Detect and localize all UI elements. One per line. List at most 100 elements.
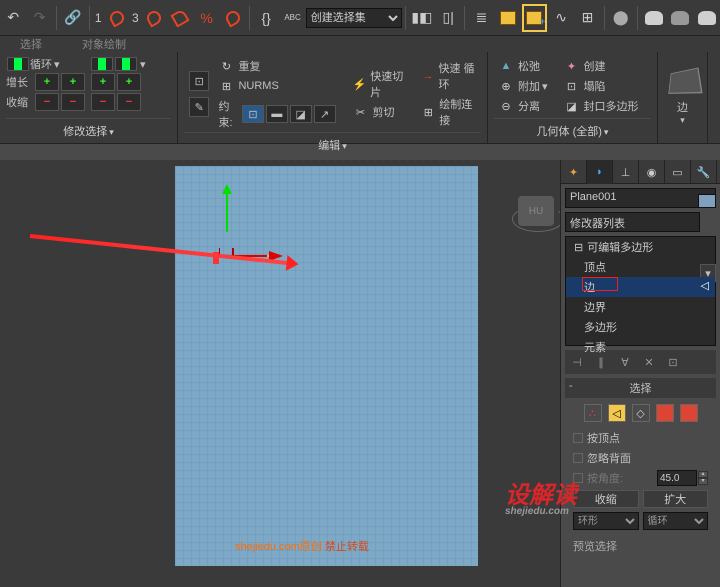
by-vertex-check[interactable]: 按顶点 <box>565 428 716 448</box>
edge-label: 边 <box>677 99 688 115</box>
rollout-selection-header[interactable]: - 选择 <box>565 378 716 398</box>
schematic-button[interactable]: ⊞ <box>575 4 599 32</box>
angle-input[interactable] <box>657 470 697 486</box>
quickslice-button[interactable]: ⚡快速切片 <box>353 68 406 100</box>
angle-up[interactable]: ▴ <box>698 471 708 478</box>
percent-snap[interactable]: % <box>194 4 218 32</box>
angle-snap[interactable] <box>168 4 192 32</box>
edge-icon <box>668 68 702 94</box>
cap-button[interactable]: ◪封口多边形 <box>564 98 639 114</box>
spinner-snap[interactable] <box>221 4 245 32</box>
tab-paint[interactable]: 对象绘制 <box>82 36 126 52</box>
sel-element-icon[interactable] <box>680 404 698 422</box>
preview-selection-label: 预览选择 <box>565 536 716 556</box>
relax-button[interactable]: ▲松弛 <box>498 58 548 74</box>
gizmo-y-axis[interactable] <box>219 184 235 232</box>
detach-button[interactable]: ⊖分离 <box>498 98 548 114</box>
mirror-button[interactable]: ▮◧ <box>410 4 434 32</box>
tweak-button[interactable]: ✎ <box>189 97 209 117</box>
tab-utilities[interactable]: 🔧 <box>691 160 717 184</box>
sel-border-icon[interactable]: ◇ <box>632 404 650 422</box>
tab-motion[interactable]: ◉ <box>639 160 665 184</box>
snap-toggle-2[interactable] <box>142 4 166 32</box>
modifier-list-combo[interactable]: 修改器列表 <box>565 212 700 232</box>
tab-create[interactable]: ✦ <box>561 160 587 184</box>
grow-ring-plus[interactable]: + <box>91 73 115 91</box>
edge-mode-big-button[interactable]: 边 ▾ <box>658 52 708 143</box>
ignore-backface-check[interactable]: 忽略背面 <box>565 448 716 468</box>
panel-title-geometry[interactable]: 几何体 (全部)▾ <box>494 118 651 139</box>
stack-border[interactable]: 边界 <box>566 297 715 317</box>
render-button[interactable] <box>695 4 719 32</box>
sel-edge-icon[interactable]: ◁ <box>608 404 626 422</box>
shrink-minus-2[interactable]: − <box>61 93 85 111</box>
snap-value-1: 1 <box>95 11 102 25</box>
attach-button[interactable]: ⊕附加▾ <box>498 78 548 94</box>
edit-named-button[interactable]: ABC <box>280 4 304 32</box>
tab-modify[interactable]: ◗ <box>587 160 613 184</box>
viewcube[interactable]: HU <box>518 196 554 226</box>
angle-spinner[interactable]: ▴▾ <box>657 470 708 486</box>
ring-icon-2[interactable] <box>115 57 137 71</box>
layer-explorer-button[interactable] <box>496 4 520 32</box>
redo-button[interactable]: ↷ <box>27 4 51 32</box>
snap-toggle-1[interactable] <box>105 4 129 32</box>
selection-set-combo[interactable]: 创建选择集 <box>306 8 402 28</box>
ring-combo[interactable]: 环形 <box>573 512 639 530</box>
ribbon-panel-geometry: ▲松弛 ⊕附加▾ ⊖分离 ✦创建 ⊡塌陷 ◪封口多边形 几何体 (全部)▾ <box>488 52 658 143</box>
modifier-stack[interactable]: 可编辑多边形 顶点 边 边界 多边形 元素 <box>565 236 716 346</box>
link-button[interactable]: 🔗 <box>61 4 85 32</box>
viewport[interactable]: shejiedu.com原创 禁止转载 <box>175 166 478 566</box>
panel-title-edit[interactable]: 编辑▾ <box>184 132 481 153</box>
stack-editable-poly[interactable]: 可编辑多边形 <box>566 237 715 257</box>
grow-selection-button[interactable]: 扩大 <box>643 490 709 508</box>
constrain-normal[interactable]: ↗ <box>314 105 336 123</box>
grow-plus-2[interactable]: + <box>61 73 85 91</box>
tab-display[interactable]: ▭ <box>665 160 691 184</box>
repeat-button[interactable]: ↻重复 <box>218 58 336 74</box>
stack-vertex[interactable]: 顶点 <box>566 257 715 277</box>
undo-button[interactable]: ↶ <box>1 4 25 32</box>
layers-button[interactable]: ≣ <box>469 4 493 32</box>
angle-down[interactable]: ▾ <box>698 478 708 485</box>
render-frame-button[interactable] <box>668 4 692 32</box>
scene-explorer-button[interactable]: + <box>522 4 547 32</box>
shrink-ring-minus[interactable]: − <box>91 93 115 111</box>
material-editor-button[interactable]: ⬤ <box>609 4 633 32</box>
shrink-ring-minus-2[interactable]: − <box>117 93 141 111</box>
constrain-face[interactable]: ◪ <box>290 105 312 123</box>
render-setup-button[interactable] <box>642 4 666 32</box>
object-color-swatch[interactable] <box>698 194 716 208</box>
shrink-selection-button[interactable]: 收缩 <box>573 490 639 508</box>
shrink-label: 收缩 <box>6 94 34 110</box>
sel-polygon-icon[interactable] <box>656 404 674 422</box>
object-name-field[interactable]: Plane001 <box>565 188 716 208</box>
create-button[interactable]: ✦创建 <box>564 58 639 74</box>
ribbon-panel-edit: ⊡ ✎ ↻重复 ⊞NURMS 约束: ⊡ ▬ ◪ ↗ ⚡快速切片 ✂剪切 →快速… <box>178 52 488 143</box>
shrink-minus[interactable]: − <box>35 93 59 111</box>
tab-selection[interactable]: 选择 <box>20 36 42 52</box>
cut-button[interactable]: ✂剪切 <box>353 104 406 120</box>
grow-ring-plus-2[interactable]: + <box>117 73 141 91</box>
preserve-uvs-button[interactable]: ⊡ <box>189 71 209 91</box>
align-button[interactable]: ▯| <box>436 4 460 32</box>
ribbon-tabs: 选择 对象绘制 <box>0 36 720 52</box>
grow-plus[interactable]: + <box>35 73 59 91</box>
constrain-none[interactable]: ⊡ <box>242 105 264 123</box>
panel-title-modify[interactable]: 修改选择▾ <box>6 118 171 139</box>
sel-vertex-icon[interactable]: ∴ <box>584 404 602 422</box>
tab-hierarchy[interactable]: ⊥ <box>613 160 639 184</box>
loop-label: 循环 <box>30 56 52 72</box>
stack-polygon[interactable]: 多边形 <box>566 317 715 337</box>
named-sets-button[interactable]: {} <box>254 4 278 32</box>
loop-combo[interactable]: 循环 <box>643 512 709 530</box>
quickloop-button[interactable]: →快速 循环 <box>421 60 477 92</box>
curve-editor-button[interactable]: ∿ <box>549 4 573 32</box>
stack-edge[interactable]: 边 <box>566 277 715 297</box>
stack-element[interactable]: 元素 <box>566 337 715 357</box>
nurms-button[interactable]: ⊞NURMS <box>218 78 336 94</box>
collapse-button[interactable]: ⊡塌陷 <box>564 78 639 94</box>
constrain-label: 约束: ⊡ ▬ ◪ ↗ <box>218 98 336 130</box>
constrain-edge[interactable]: ▬ <box>266 105 288 123</box>
paintconnect-button[interactable]: ⊞绘制连接 <box>421 96 477 128</box>
